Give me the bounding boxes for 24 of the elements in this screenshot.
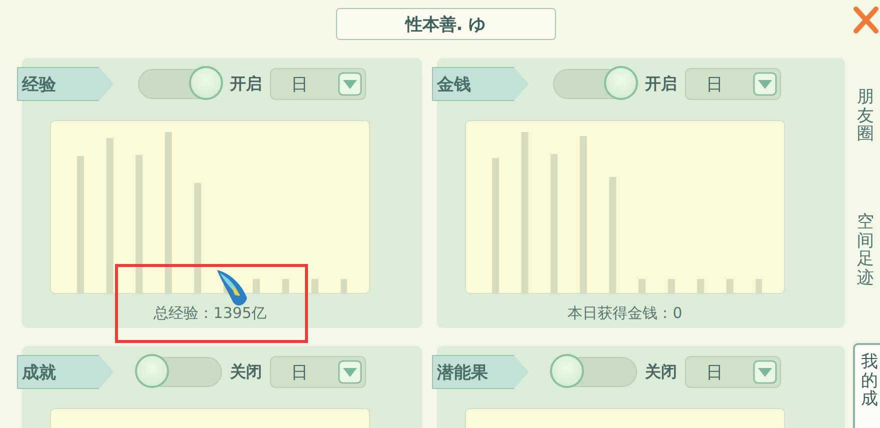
total-caption: 总经验：1395亿 — [152, 304, 268, 323]
toggle-state-label: 关闭 — [230, 362, 262, 382]
toggle-state-label: 关闭 — [645, 362, 677, 382]
side-tab[interactable]: 我的成 — [853, 343, 880, 428]
toggle-state-label: 开启 — [645, 74, 677, 94]
window-title: 性本善. ゆ — [336, 8, 556, 40]
period-dropdown[interactable]: 日 — [685, 68, 781, 100]
period-dropdown[interactable]: 日 — [685, 356, 781, 388]
category-label: 金钱 — [432, 67, 529, 101]
side-tab[interactable]: 朋友圈 — [857, 88, 874, 144]
category-label: 成就 — [17, 355, 114, 389]
toggle-switch[interactable] — [553, 69, 637, 99]
toggle-switch[interactable] — [138, 69, 222, 99]
period-dropdown[interactable]: 日 — [270, 68, 366, 100]
toggle-state-label: 开启 — [230, 74, 262, 94]
toggle-switch[interactable] — [553, 357, 637, 387]
category-label: 经验 — [17, 67, 114, 101]
close-icon[interactable] — [853, 6, 879, 34]
category-label: 潜能果 — [432, 355, 529, 389]
period-dropdown[interactable]: 日 — [270, 356, 366, 388]
side-tab[interactable]: 空间足迹 — [857, 213, 874, 288]
total-caption: 本日获得金钱：0 — [566, 304, 684, 323]
cursor-icon — [215, 268, 249, 308]
toggle-switch[interactable] — [138, 357, 222, 387]
